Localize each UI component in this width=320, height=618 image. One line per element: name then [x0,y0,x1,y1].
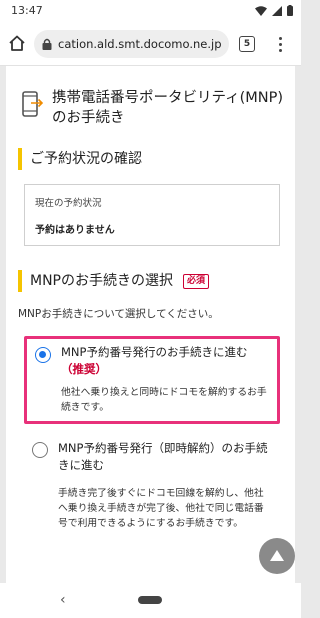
back-icon[interactable]: ‹ [60,592,74,608]
reservation-section-heading: ご予約状況の確認 [18,148,278,170]
option-title: MNP予約番号発行（即時解約）のお手続きに進む [58,441,268,472]
battery-icon [287,5,293,16]
arrow-up-icon [270,549,284,561]
reservation-status-box: 現在の予約状況 予約はありません [24,184,280,246]
mnp-option-standard[interactable]: MNP予約番号発行のお手続きに進む （推奨） 他社へ乗り換えと同時にドコモを解約… [24,336,280,424]
system-nav-bar: ‹ [0,583,301,618]
mnp-instruction: MNPお手続きについて選択してください。 [18,308,219,320]
lock-icon [42,38,52,50]
reservation-status-value: 予約はありません [35,225,115,236]
more-vert-icon[interactable] [270,34,290,54]
radio-selected[interactable] [35,347,51,363]
mnp-section-title: MNPのお手続きの選択 [30,273,173,289]
option-title: MNP予約番号発行のお手続きに進む （推奨） [61,344,275,378]
phone-transfer-icon [22,91,44,117]
page-header: 携帯電話番号ポータビリティ(MNP)のお手続き [18,88,288,132]
option-description: 他社へ乗り換えと同時にドコモを解約するお手続きです。 [61,387,267,413]
required-badge: 必須 [183,273,210,289]
mnp-option-immediate[interactable]: MNP予約番号発行（即時解約）のお手続きに進む 手続き完了後すぐにドコモ回線を解… [24,438,280,548]
url-text: cation.ald.smt.docomo.ne.jp [58,37,222,51]
content-card: 携帯電話番号ポータビリティ(MNP)のお手続き ご予約状況の確認 現在の予約状況… [6,66,295,583]
radio-unselected[interactable] [32,442,48,458]
status-bar: 13:47 [0,0,301,22]
status-icons [255,5,293,16]
scroll-to-top-button[interactable] [259,538,295,574]
page-content: 携帯電話番号ポータビリティ(MNP)のお手続き ご予約状況の確認 現在の予約状況… [0,66,301,583]
wifi-icon [255,5,267,16]
mnp-section-heading: MNPのお手続きの選択 必須 [18,270,278,292]
reservation-status-label: 現在の予約状況 [35,198,102,209]
browser-toolbar: cation.ald.smt.docomo.ne.jp 5 [0,22,301,66]
page-title: 携帯電話番号ポータビリティ(MNP)のお手続き [52,90,284,126]
tab-switcher-button[interactable]: 5 [239,36,255,52]
home-button[interactable] [7,33,27,53]
status-time: 13:47 [11,4,43,17]
recommended-label: （推奨） [61,362,107,376]
option-description: 手続き完了後すぐにドコモ回線を解約し、他社へ乗り換え手続きが完了後、他社で同じ電… [58,488,264,529]
address-bar[interactable]: cation.ald.smt.docomo.ne.jp [34,30,229,58]
home-gesture-pill[interactable] [138,596,162,604]
home-icon [9,35,25,51]
option-title-text: MNP予約番号発行のお手続きに進む [61,345,248,359]
signal-icon [272,5,282,16]
